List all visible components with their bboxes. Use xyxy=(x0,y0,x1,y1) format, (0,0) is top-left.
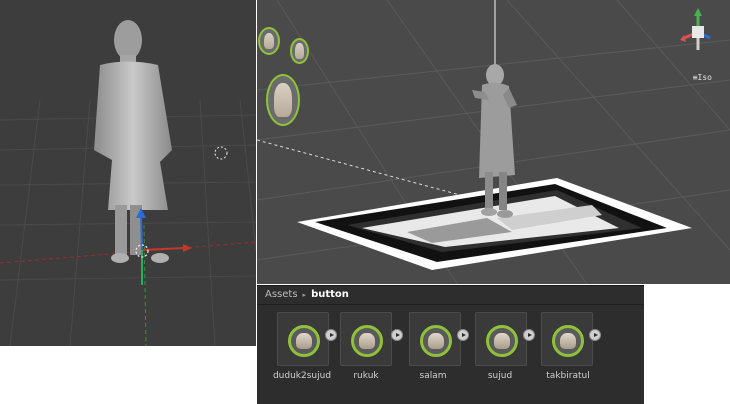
character-prefab-icon xyxy=(420,325,452,357)
3d-cursor-icon xyxy=(214,146,228,160)
chevron-right-icon: ▸ xyxy=(302,290,307,299)
asset-label: sujud xyxy=(487,371,513,381)
modeling-viewport[interactable] xyxy=(0,0,256,346)
breadcrumb-current: button xyxy=(311,289,349,300)
orientation-gizmo-icon[interactable] xyxy=(678,8,718,54)
character-prefab-icon xyxy=(552,325,584,357)
breadcrumb-assets[interactable]: Assets xyxy=(265,289,298,300)
expand-play-icon[interactable] xyxy=(523,329,535,341)
breadcrumb: Assets ▸ button xyxy=(265,289,349,300)
asset-item[interactable] xyxy=(475,312,527,366)
expand-play-icon[interactable] xyxy=(325,329,337,341)
character-prefab-icon xyxy=(486,325,518,357)
asset-item[interactable] xyxy=(541,312,593,366)
asset-label: rukuk xyxy=(353,371,379,381)
character-prefab-icon xyxy=(288,325,320,357)
expand-play-icon[interactable] xyxy=(589,329,601,341)
projection-label[interactable]: ≡Iso xyxy=(693,73,712,82)
scene-thumbnail-3[interactable] xyxy=(266,74,300,126)
scene-thumbnail-1[interactable] xyxy=(258,27,280,55)
expand-play-icon[interactable] xyxy=(391,329,403,341)
scene-thumbnail-2[interactable] xyxy=(290,38,309,64)
asset-label: duduk2sujud xyxy=(272,371,332,381)
scene-view[interactable]: ≡Iso xyxy=(257,0,730,284)
asset-item[interactable] xyxy=(340,312,392,366)
viewport-grid xyxy=(0,20,256,346)
asset-label: salam xyxy=(419,371,447,381)
character-model[interactable] xyxy=(94,20,172,263)
scene-grid xyxy=(257,0,730,284)
prayer-mat-platform[interactable] xyxy=(297,178,692,270)
expand-play-icon[interactable] xyxy=(457,329,469,341)
asset-label: takbiratul xyxy=(546,371,590,381)
assets-panel: Assets ▸ button duduk2sujud rukuk salam … xyxy=(257,285,644,404)
asset-item[interactable] xyxy=(277,312,329,366)
character-prefab-icon xyxy=(351,325,383,357)
asset-item[interactable] xyxy=(409,312,461,366)
divider xyxy=(257,304,644,305)
